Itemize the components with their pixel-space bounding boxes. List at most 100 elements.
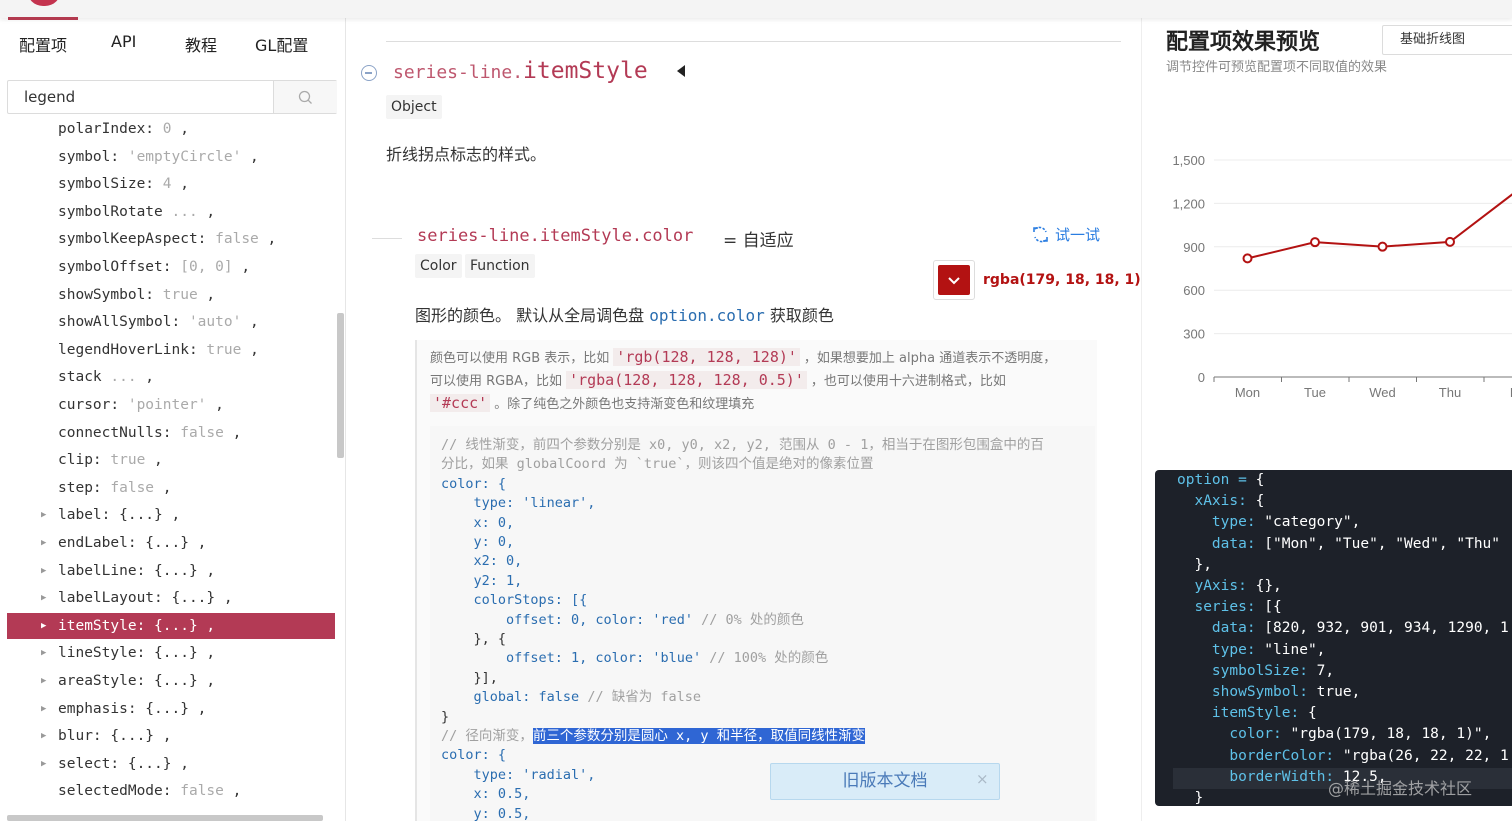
tab-gl-options[interactable]: GL配置 xyxy=(255,32,308,56)
code-line: color: { xyxy=(441,747,507,764)
tree-item[interactable]: symbolSize: 4 , xyxy=(7,171,335,197)
tree-item[interactable]: ▶ blur: {...} , xyxy=(7,723,335,749)
divider xyxy=(386,41,1121,42)
tree-vertical-scrollbar[interactable] xyxy=(337,313,344,458)
tree-item[interactable]: ▶ emphasis: {...} , xyxy=(7,696,335,722)
tree-item-key: legendHoverLink: xyxy=(58,341,198,358)
tree-item[interactable]: cursor: 'pointer' , xyxy=(7,392,335,418)
tree-item[interactable]: step: false , xyxy=(7,475,335,501)
data-point[interactable] xyxy=(1242,253,1253,264)
tree-item[interactable]: showSymbol: true , xyxy=(7,282,335,308)
tree-item-comma: , xyxy=(162,507,181,524)
tree-item[interactable]: ▶ labelLayout: {...} , xyxy=(7,585,335,611)
expand-arrow-icon[interactable]: ▶ xyxy=(41,558,46,584)
try-button[interactable]: 试一试 xyxy=(1032,224,1100,245)
tree-item-key: labelLayout: {...} xyxy=(58,590,216,607)
tree-item-comma: , xyxy=(171,176,189,193)
tree-item-key: emphasis: {...} xyxy=(58,700,189,717)
tree-item-label: symbolOffset: [0, 0] , xyxy=(58,254,250,280)
tree-item-label: connectNulls: false , xyxy=(58,420,241,446)
expand-arrow-icon[interactable]: ▶ xyxy=(41,668,46,694)
tree-item-key: connectNulls: xyxy=(58,424,172,441)
tree-item[interactable]: ▶ itemStyle: {...} , xyxy=(7,612,335,639)
option-code-editor[interactable]: option = { xAxis: { type: "category", da… xyxy=(1155,470,1512,806)
note-code: '#ccc' xyxy=(430,394,491,412)
code-line: borderColor: "rgba(26, 22, 22, 1 xyxy=(1229,747,1509,764)
tree-item[interactable]: symbolKeepAspect: false , xyxy=(7,226,335,252)
tree-item-label: showAllSymbol: 'auto' , xyxy=(58,309,259,335)
data-point[interactable] xyxy=(1310,237,1320,248)
tab-options[interactable]: 配置项 xyxy=(19,32,67,56)
expand-arrow-icon[interactable]: ▶ xyxy=(41,502,46,528)
selected-text[interactable]: 前三个参数分别是圆心 x, y 和半径，取值同线性渐变 xyxy=(532,728,866,744)
tab-tutorial[interactable]: 教程 xyxy=(185,32,217,56)
note-text: ，也可以使用十六进制格式，比如 xyxy=(810,374,1006,389)
code-line: color: "rgba(179, 18, 18, 1)", xyxy=(1229,726,1492,743)
expand-arrow-icon[interactable]: ▶ xyxy=(41,696,46,722)
expand-arrow-icon[interactable]: ▶ xyxy=(41,613,46,639)
close-icon[interactable]: × xyxy=(976,770,989,788)
tree-item-comma: , xyxy=(188,535,207,551)
note-text: ，如果想要加上 alpha 通道表示不透明度， xyxy=(803,351,1057,366)
color-picker[interactable] xyxy=(933,260,975,300)
tree-item-key: step: xyxy=(58,479,102,496)
data-point[interactable] xyxy=(1377,241,1388,252)
tree-item[interactable]: selectedMode: false , xyxy=(7,778,335,804)
code-line: y: 0, xyxy=(441,534,515,550)
example-select[interactable]: 基础折线图 xyxy=(1382,25,1512,55)
code-line: data: [820, 932, 901, 934, 1290, 1 xyxy=(1211,620,1509,637)
tree-item[interactable]: ▶ lineStyle: {...} , xyxy=(7,640,335,666)
y-tick-label: 1,200 xyxy=(1172,196,1205,211)
search-button[interactable] xyxy=(273,81,337,113)
x-tick-label: Tue xyxy=(1304,385,1326,400)
code-text: offset: 0, color: 'red' xyxy=(441,611,702,628)
tree-item[interactable]: symbol: 'emptyCircle' , xyxy=(7,144,335,170)
tree-item-comma: , xyxy=(171,755,189,772)
search-input[interactable] xyxy=(8,81,273,113)
note-line: 颜色可以使用 RGB 表示，比如'rgb(128, 128, 128)' ，如果想… xyxy=(430,346,1056,370)
x-tick-label: Wed xyxy=(1369,385,1396,400)
expand-arrow-icon[interactable]: ▶ xyxy=(41,585,46,611)
expand-arrow-icon[interactable]: ▶ xyxy=(41,751,46,777)
code-comment: // 径向渐变， xyxy=(441,728,533,744)
tree-item[interactable]: polarIndex: 0 , xyxy=(7,116,335,142)
tree-item[interactable]: symbolOffset: [0, 0] , xyxy=(7,254,335,280)
tree-horizontal-scrollbar[interactable] xyxy=(7,815,323,821)
x-tick-label: Mon xyxy=(1235,385,1260,400)
tree-item-label: blur: {...} , xyxy=(58,723,172,749)
tree-item-label: areaStyle: {...} , xyxy=(58,668,215,694)
tab-api[interactable]: API xyxy=(111,32,136,51)
tree-item-label: clip: true , xyxy=(58,447,163,473)
tree-item[interactable]: ▶ endLabel: {...} , xyxy=(7,530,335,556)
tree-item[interactable]: symbolRotate ... , xyxy=(7,199,335,225)
tree-item[interactable]: legendHoverLink: true , xyxy=(7,337,335,363)
tree-item-label: symbolRotate ... , xyxy=(58,199,215,225)
code-line: } xyxy=(441,708,450,725)
code-line: offset: 0, color: 'red' // 0% 处的颜色 xyxy=(441,611,804,630)
tree-item[interactable]: ▶ select: {...} , xyxy=(7,751,335,777)
tree-item[interactable]: showAllSymbol: 'auto' , xyxy=(7,309,335,335)
option-description: 折线拐点标志的样式。 xyxy=(386,145,547,164)
sub-option-prefix: series-line.itemStyle. xyxy=(417,226,643,246)
tree-item-value: ... xyxy=(162,203,198,220)
tree-item[interactable]: ▶ labelLine: {...} , xyxy=(7,558,335,584)
expand-arrow-icon[interactable]: ▶ xyxy=(41,723,46,749)
tree-item[interactable]: ▶ label: {...} , xyxy=(7,502,335,528)
caret-left-icon[interactable] xyxy=(677,65,685,77)
collapse-icon[interactable] xyxy=(361,65,377,81)
tree-item-label: endLabel: {...} , xyxy=(58,530,206,556)
tree-item[interactable]: clip: true , xyxy=(7,447,335,473)
type-tag-object: Object xyxy=(386,95,442,119)
expand-arrow-icon[interactable]: ▶ xyxy=(41,640,46,666)
tree-item-comma: , xyxy=(206,397,224,413)
data-point[interactable] xyxy=(1445,236,1455,247)
expand-arrow-icon[interactable]: ▶ xyxy=(41,530,46,556)
nav-tabs: 配置项 API 教程 GL配置 xyxy=(0,18,345,68)
tree-item[interactable]: ▶ areaStyle: {...} , xyxy=(7,668,335,694)
tree-item[interactable]: connectNulls: false , xyxy=(7,420,335,446)
tree-item-label: cursor: 'pointer' , xyxy=(58,392,224,418)
code-text: global: false xyxy=(441,689,588,706)
note-line: '#ccc' 。除了纯色之外颜色也支持渐变色和纹理填充 xyxy=(430,392,754,416)
old-docs-button[interactable]: 旧版本文档 xyxy=(770,763,1000,800)
tree-item[interactable]: stack ... , xyxy=(7,364,335,390)
